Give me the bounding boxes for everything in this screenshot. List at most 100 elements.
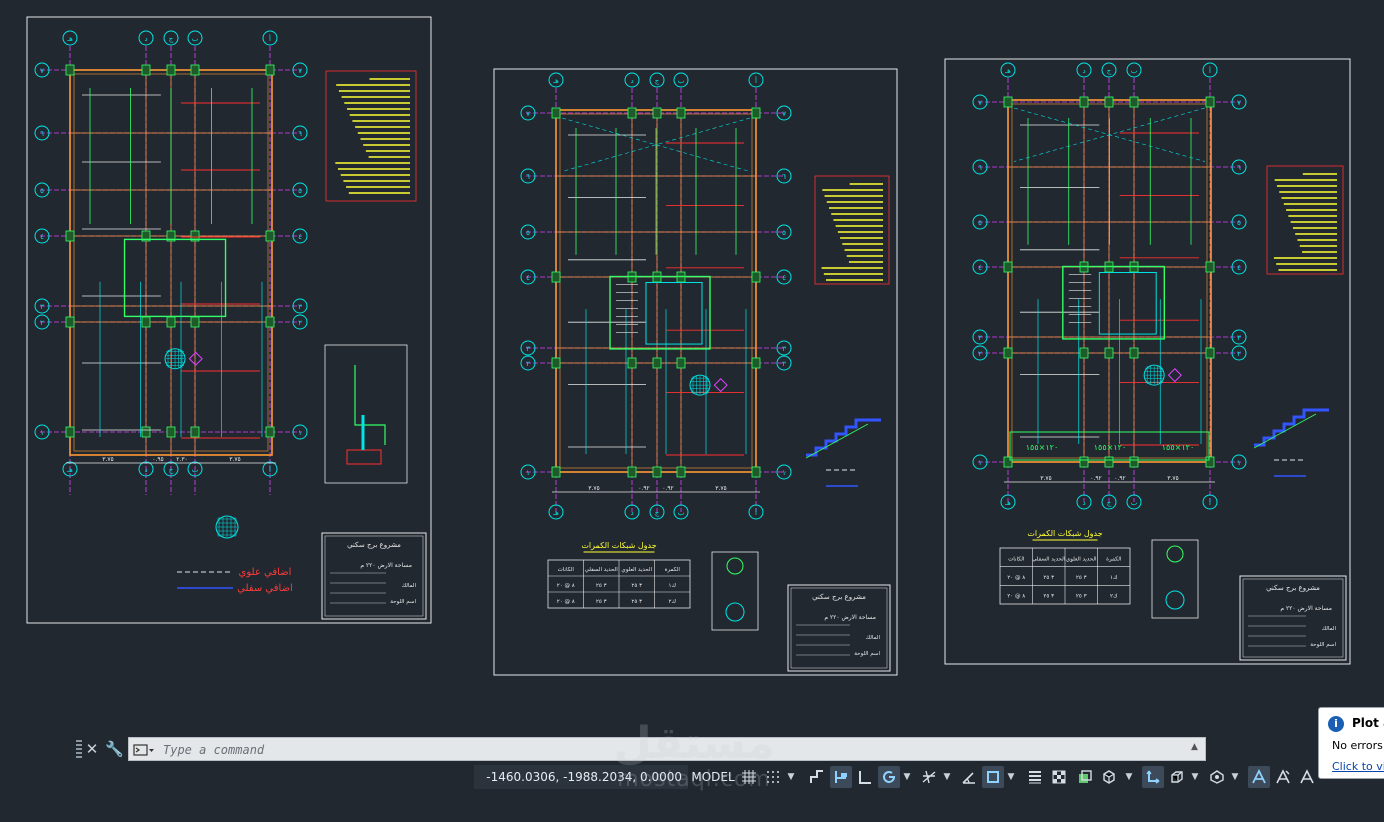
polar-dropdown-icon[interactable]: ▼: [902, 766, 912, 788]
cursor-coordinates[interactable]: -1460.0306, -1988.2034, 0.0000: [474, 765, 688, 789]
column: [65, 426, 75, 438]
transparency-icon[interactable]: [1048, 766, 1070, 788]
isodraft-dropdown-icon[interactable]: ▼: [942, 766, 952, 788]
column: [190, 426, 200, 438]
detail-frame: [324, 344, 408, 484]
stair-rebar: [805, 423, 869, 459]
grid-label-top: ب: [678, 77, 685, 85]
lineweight-icon[interactable]: [1024, 766, 1046, 788]
grid-label-right: ٣: [1237, 334, 1241, 342]
grid-label-right: ٢: [1237, 350, 1241, 358]
polar-tracking-icon[interactable]: [878, 766, 900, 788]
grid-label-bottom: د: [1082, 499, 1085, 507]
selection-filter-icon[interactable]: [1166, 766, 1188, 788]
title-block-project: مشروع برج سكني: [812, 593, 866, 601]
grid-label-left: ٤: [526, 274, 530, 282]
column: [1205, 347, 1215, 359]
grid-label-left: ٢: [40, 319, 44, 327]
snap-icon[interactable]: [762, 766, 784, 788]
command-input-box[interactable]: ▲: [128, 737, 1206, 761]
dimension-label: ٣.٧٥: [588, 485, 600, 492]
column: [65, 316, 75, 328]
grid-label-top: أ: [1209, 66, 1211, 75]
ortho-icon[interactable]: [854, 766, 876, 788]
model-space-viewport[interactable]: هـ هـ د د ج ج ب ب أ أ ٧ ٧ ٦ ٦ ٥ ٥ ٤ ٤ ٣ ٣ ٢ ٢ ١ ١ ٣.٧٥ ٠.٩٥ ٢.٣٠ ٣.…: [0, 0, 1384, 735]
table-cell: ك١: [668, 583, 676, 589]
dynamic-ucs-icon[interactable]: [1142, 766, 1164, 788]
grid-label-right: ١: [298, 429, 302, 437]
cad-drawing[interactable]: هـ هـ د د ج ج ب ب أ أ ٧ ٧ ٦ ٦ ٥ ٥ ٤ ٤ ٣ ٣ ٢ ٢ ١ ١ ٣.٧٥ ٠.٩٥ ٢.٣٠ ٣.…: [0, 0, 1384, 735]
auto-scale-icon[interactable]: [1272, 766, 1294, 788]
grid-label-left: ١: [526, 469, 530, 477]
detail-frame: [1246, 400, 1346, 480]
dynamic-input-icon[interactable]: [830, 766, 852, 788]
command-history-up-icon[interactable]: ▲: [1191, 742, 1201, 756]
title-block-area: مساحة الارض ٢٢٠ م: [360, 562, 412, 569]
dimension-label: ٠.٩٢: [662, 485, 674, 492]
title-block-sheet-name: اسم اللوحة: [390, 599, 416, 605]
table-cell: ٣ ٢٥: [1076, 575, 1087, 581]
status-bar: -1460.0306, -1988.2034, 0.0000 MODEL ▼ ▼…: [0, 763, 1384, 791]
model-space-button[interactable]: MODEL: [690, 765, 736, 789]
mesh-legend-symbol: [1166, 545, 1184, 563]
gizmo-dropdown-icon[interactable]: ▼: [1230, 766, 1240, 788]
3d-object-snap-icon[interactable]: [1098, 766, 1120, 788]
column: [1129, 347, 1139, 359]
grid-label-right: ٥: [782, 229, 786, 237]
notification-link[interactable]: Click to vi: [1332, 760, 1384, 773]
close-icon[interactable]: ✕: [84, 738, 100, 760]
column: [1205, 96, 1215, 108]
grid-label-left: ٧: [978, 99, 982, 107]
column: [551, 271, 561, 283]
table-cell: ٨ @ ٢٠: [557, 599, 575, 605]
drawing-sheet-2: هـ هـ د د ج ج ب ب أ أ ٧ ٧ ٦ ٦ ٥ ٥ ٤ ٤ ٣ ٣ ٢ ٢ ١ ١ ٣.٧٥ ٠.٩٢ ٠.٩٢ ٣.…: [493, 68, 898, 676]
drawing-sheet-1: هـ هـ د د ج ج ب ب أ أ ٧ ٧ ٦ ٦ ٥ ٥ ٤ ٤ ٣ ٣ ٢ ٢ ١ ١ ٣.٧٥ ٠.٩٥ ٢.٣٠ ٣.…: [26, 16, 432, 624]
grid-label-right: ٧: [782, 110, 786, 118]
column: [627, 466, 637, 478]
grid-label-right: ٤: [298, 233, 302, 241]
grid-label-left: ٦: [526, 173, 530, 181]
grid-icon[interactable]: [738, 766, 760, 788]
infer-constraints-icon[interactable]: [806, 766, 828, 788]
plot-notification[interactable]: i Plot a No errors Click to vi: [1318, 707, 1384, 779]
beam-size-label: ١٢٠×١٥٥: [1162, 443, 1194, 452]
grid-label-right: ٢: [782, 360, 786, 368]
object-snap-icon[interactable]: [982, 766, 1004, 788]
drag-grip[interactable]: [76, 740, 82, 758]
grid-label-top: أ: [269, 34, 271, 43]
grid-label-bottom: د: [630, 509, 633, 517]
object-snap-dropdown-icon[interactable]: ▼: [1006, 766, 1016, 788]
grid-label-top: ج: [655, 77, 660, 85]
snap-dropdown-icon[interactable]: ▼: [786, 766, 796, 788]
column: [265, 316, 275, 328]
column: [65, 230, 75, 242]
stair-core: [1062, 265, 1166, 340]
3d-snap-dropdown-icon[interactable]: ▼: [1124, 766, 1134, 788]
column: [652, 466, 662, 478]
column: [652, 107, 662, 119]
grid-label-right: ٧: [298, 67, 302, 75]
gizmo-icon[interactable]: [1206, 766, 1228, 788]
grid-label-bottom: أ: [1209, 498, 1211, 507]
object-snap-tracking-icon[interactable]: [958, 766, 980, 788]
grid-label-bottom: ج: [1107, 499, 1112, 507]
column: [190, 316, 200, 328]
annotation-visibility-icon[interactable]: [1248, 766, 1270, 788]
table-cell: ٨ @ ٢٠: [1007, 594, 1025, 600]
grid-label-top: د: [1082, 67, 1085, 75]
selection-cycling-icon[interactable]: [1074, 766, 1096, 788]
column: [65, 64, 75, 76]
title-block-sheet-name: اسم اللوحة: [1310, 642, 1336, 648]
command-prompt-icon[interactable]: [133, 743, 155, 757]
grid-label-bottom: هـ: [552, 509, 559, 517]
filter-dropdown-icon[interactable]: ▼: [1190, 766, 1200, 788]
customize-wrench-icon[interactable]: 🔧: [105, 738, 125, 760]
legend-label-bottom: اضافي سفلي: [237, 583, 293, 594]
grid-label-bottom: ب: [1131, 499, 1138, 507]
isodraft-icon[interactable]: [918, 766, 940, 788]
annotation-scale-icon[interactable]: [1296, 766, 1318, 788]
table-cell: ٣ ٢٥: [1076, 594, 1087, 600]
command-input[interactable]: [161, 740, 1165, 760]
grid-label-top: هـ: [1004, 67, 1011, 75]
table-header-cell: الحديد العلوي: [621, 567, 652, 573]
